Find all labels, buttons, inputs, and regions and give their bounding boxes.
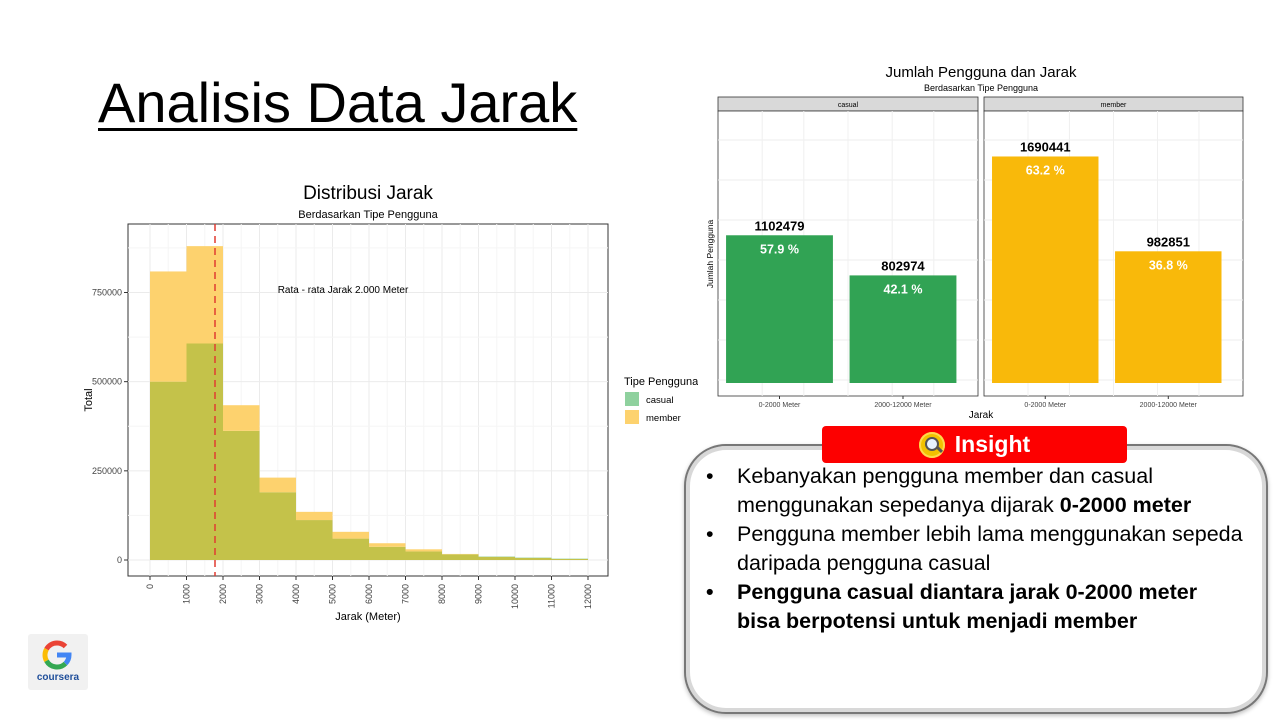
logo-text: coursera xyxy=(36,672,80,683)
x-tick-label: 0 xyxy=(145,584,155,589)
y-tick-label: 500000 xyxy=(92,377,122,387)
bar-member xyxy=(296,511,333,521)
legend-swatch-member xyxy=(625,410,639,424)
x-tick-label: 4000 xyxy=(291,584,301,604)
chart-title: Distribusi Jarak xyxy=(303,183,433,204)
x-tick-label: 0-2000 Meter xyxy=(759,402,801,409)
x-tick-label: 2000-12000 Meter xyxy=(1140,402,1198,409)
bar-value-label: 982851 xyxy=(1147,234,1190,249)
bar-overlap xyxy=(369,546,406,560)
x-tick-label: 3000 xyxy=(255,584,265,604)
bar-percent-label: 36.8 % xyxy=(1149,258,1188,272)
insight-label: Insight xyxy=(954,431,1031,457)
bar-member xyxy=(369,543,406,547)
x-tick-label: 0-2000 Meter xyxy=(1024,402,1066,409)
coursera-logo: coursera xyxy=(28,634,88,690)
chart-title: Jumlah Pengguna dan Jarak xyxy=(886,64,1077,81)
facet-strip-label: casual xyxy=(838,102,859,109)
faceted-bar-chart: Jumlah Pengguna dan Jarak Berdasarkan Ti… xyxy=(705,64,1244,421)
bar-overlap xyxy=(442,554,479,560)
x-tick-label: 12000 xyxy=(583,584,593,609)
bar-member xyxy=(405,549,442,552)
bar-overlap xyxy=(259,492,296,560)
y-axis-label: Total xyxy=(83,388,95,411)
x-tick-label: 5000 xyxy=(328,584,338,604)
x-tick-label: 11000 xyxy=(547,584,557,608)
bar-overlap xyxy=(551,558,588,560)
legend-title: Tipe Pengguna xyxy=(624,376,698,388)
bar-percent-label: 42.1 % xyxy=(884,282,923,296)
bar-value-label: 1690441 xyxy=(1020,139,1071,154)
legend-swatch-casual xyxy=(625,392,639,406)
bar-member xyxy=(332,531,369,539)
facet-strip-label: member xyxy=(1101,102,1127,109)
bar-member xyxy=(223,405,260,431)
insight-item: Pengguna casual diantara jarak 0-2000 me… xyxy=(704,578,1244,636)
x-tick-label: 2000 xyxy=(218,584,228,604)
slide-title: Analisis Data Jarak xyxy=(98,71,578,134)
insight-list: Kebanyakan pengguna member dan casual me… xyxy=(704,462,1244,636)
x-tick-label: 10000 xyxy=(510,584,520,609)
insight-item: Pengguna member lebih lama menggunakan s… xyxy=(704,520,1244,578)
bar-overlap xyxy=(296,520,333,560)
y-tick-label: 750000 xyxy=(92,288,122,298)
bar-overlap xyxy=(223,430,260,560)
bar-value-label: 1102479 xyxy=(755,218,805,233)
facet-bar xyxy=(992,156,1099,383)
bar-overlap xyxy=(515,557,552,560)
bar-overlap xyxy=(405,551,442,560)
x-tick-label: 1000 xyxy=(182,584,192,604)
x-tick-label: 9000 xyxy=(474,584,484,604)
chart-subtitle: Berdasarkan Tipe Pengguna xyxy=(924,83,1038,93)
x-tick-label: 8000 xyxy=(437,584,447,604)
chart-subtitle: Berdasarkan Tipe Pengguna xyxy=(298,209,438,221)
mean-annotation: Rata - rata Jarak 2.000 Meter xyxy=(278,285,409,296)
y-tick-label: 0 xyxy=(117,555,122,565)
insight-banner: Insight xyxy=(822,426,1127,463)
insight-item: Kebanyakan pengguna member dan casual me… xyxy=(704,462,1244,520)
bar-member xyxy=(150,271,187,382)
x-tick-label: 2000-12000 Meter xyxy=(874,402,932,409)
bar-overlap xyxy=(478,556,515,560)
x-axis-label: Jarak xyxy=(969,410,994,421)
y-tick-label: 250000 xyxy=(92,466,122,476)
facet-bar xyxy=(726,235,833,383)
x-axis-label: Jarak (Meter) xyxy=(335,611,400,623)
bar-member xyxy=(259,477,296,493)
bar-member xyxy=(186,246,223,344)
bar-percent-label: 63.2 % xyxy=(1026,163,1065,177)
bar-overlap xyxy=(150,381,187,560)
bar-percent-label: 57.9 % xyxy=(760,242,799,256)
bar-overlap xyxy=(186,343,223,560)
bar-overlap xyxy=(332,538,369,560)
legend-label-casual: casual xyxy=(646,395,673,406)
x-tick-label: 6000 xyxy=(364,584,374,604)
magnifier-icon xyxy=(918,431,945,458)
facet-panels: casual 1102479 57.9 % 0-2000 Meter 802974 42.… xyxy=(717,96,1244,409)
google-g-icon xyxy=(42,640,72,670)
x-tick-label: 7000 xyxy=(401,584,411,604)
y-axis-label: Jumlah Pengguna xyxy=(705,219,715,288)
legend-label-member: member xyxy=(646,413,681,424)
histogram-chart: Distribusi Jarak Berdasarkan Tipe Penggu… xyxy=(83,183,698,623)
bar-value-label: 802974 xyxy=(881,258,925,273)
